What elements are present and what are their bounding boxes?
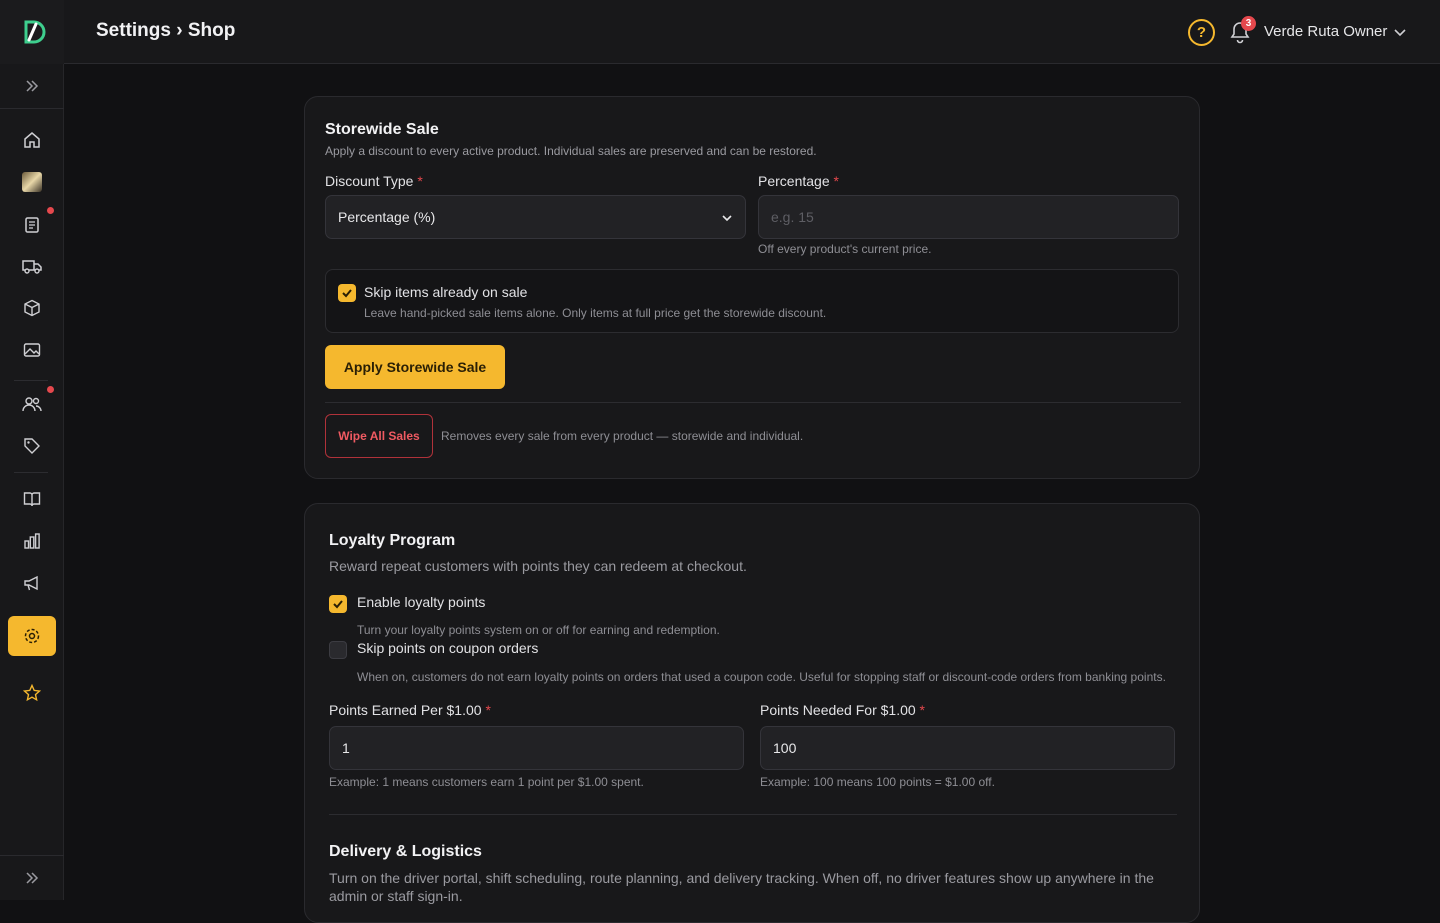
image-icon	[23, 343, 41, 357]
percentage-label: Percentage *	[758, 173, 839, 189]
home-icon	[24, 132, 40, 148]
wipe-all-sales-desc: Removes every sale from every product — …	[441, 429, 804, 443]
sidebar-item-settings[interactable]	[8, 616, 56, 656]
sidebar-item-analytics[interactable]	[0, 521, 64, 561]
loyalty-subtitle: Reward repeat customers with points they…	[329, 558, 747, 574]
sidebar	[0, 64, 64, 900]
skip-coupon-points-desc: When on, customers do not earn loyalty p…	[357, 670, 1166, 684]
megaphone-icon	[24, 575, 38, 591]
sidebar-item-media[interactable]	[0, 330, 64, 370]
box-icon	[24, 299, 40, 317]
help-icon[interactable]: ?	[1188, 19, 1215, 46]
points-needed-label: Points Needed For $1.00 *	[760, 702, 925, 718]
breadcrumb: Settings › Shop	[96, 20, 236, 41]
clipboard-icon	[25, 217, 39, 233]
sidebar-item-products[interactable]	[0, 288, 64, 328]
points-needed-input[interactable]: 100	[760, 726, 1175, 770]
discount-type-label: Discount Type *	[325, 173, 423, 189]
skip-sale-items-checkbox[interactable]	[338, 284, 356, 302]
percentage-hint: Off every product's current price.	[758, 242, 932, 256]
sidebar-item-favorites[interactable]	[0, 673, 64, 713]
orders-badge	[47, 207, 54, 214]
divider	[329, 814, 1177, 815]
apply-storewide-sale-button[interactable]: Apply Storewide Sale	[325, 345, 505, 389]
storewide-sale-card: Storewide Sale Apply a discount to every…	[304, 96, 1200, 479]
percentage-placeholder: e.g. 15	[771, 209, 814, 225]
brand-logo-icon	[24, 20, 46, 44]
section-subtitle: Apply a discount to every active product…	[325, 144, 817, 158]
user-menu[interactable]: Verde Ruta Owner	[1264, 23, 1387, 40]
star-icon	[23, 684, 41, 702]
sidebar-item-discounts[interactable]	[0, 426, 64, 466]
sidebar-item-marketing[interactable]	[0, 563, 64, 603]
book-icon	[23, 492, 41, 507]
check-icon	[342, 289, 352, 298]
chart-icon	[24, 533, 40, 549]
sidebar-item-orders[interactable]	[0, 204, 64, 244]
skip-coupon-points-label: Skip points on coupon orders	[357, 640, 539, 656]
points-earned-input[interactable]: 1	[329, 726, 744, 770]
skip-sale-items-label: Skip items already on sale	[364, 284, 528, 300]
users-icon	[22, 397, 42, 412]
points-needed-hint: Example: 100 means 100 points = $1.00 of…	[760, 775, 995, 789]
loyalty-card: Loyalty Program Reward repeat customers …	[304, 503, 1200, 923]
sidebar-item-customers[interactable]	[0, 384, 64, 424]
gear-icon	[24, 628, 40, 644]
skip-sale-items-desc: Leave hand-picked sale items alone. Only…	[364, 306, 827, 320]
customers-badge	[47, 386, 54, 393]
enable-loyalty-label: Enable loyalty points	[357, 594, 486, 610]
logo[interactable]	[0, 0, 64, 64]
skip-sale-items-option: Skip items already on sale Leave hand-pi…	[325, 269, 1179, 333]
discount-type-select[interactable]: Percentage (%)	[325, 195, 746, 239]
sidebar-item-home[interactable]	[0, 120, 64, 160]
truck-icon	[22, 260, 42, 274]
notification-badge: 3	[1241, 16, 1256, 31]
chevron-down-icon[interactable]	[1393, 25, 1407, 39]
divider	[14, 380, 48, 381]
sidebar-item-store[interactable]	[0, 162, 64, 202]
discount-type-value: Percentage (%)	[338, 209, 436, 225]
expand-sidebar-button[interactable]	[0, 66, 64, 106]
enable-loyalty-checkbox[interactable]	[329, 595, 347, 613]
divider	[0, 108, 64, 109]
enable-loyalty-desc: Turn your loyalty points system on or of…	[357, 623, 720, 637]
chevrons-right-icon	[26, 872, 39, 884]
loyalty-title: Loyalty Program	[329, 532, 456, 549]
divider	[325, 402, 1181, 403]
sidebar-item-guides[interactable]	[0, 479, 64, 519]
skip-coupon-points-checkbox[interactable]	[329, 641, 347, 659]
divider	[14, 472, 48, 473]
points-earned-hint: Example: 1 means customers earn 1 point …	[329, 775, 644, 789]
collapse-sidebar-button[interactable]	[0, 855, 64, 900]
chevrons-right-icon	[26, 80, 39, 92]
wipe-all-sales-button[interactable]: Wipe All Sales	[325, 414, 433, 458]
top-bar: Settings › Shop ? 3 Verde Ruta Owner	[0, 0, 1440, 64]
store-image-icon	[22, 172, 42, 192]
delivery-title: Delivery & Logistics	[329, 843, 482, 860]
tag-icon	[24, 438, 40, 454]
section-title: Storewide Sale	[325, 121, 439, 138]
check-icon	[333, 600, 343, 609]
points-earned-label: Points Earned Per $1.00 *	[329, 702, 491, 718]
chevron-down-icon	[722, 215, 732, 222]
sidebar-item-delivery[interactable]	[0, 246, 64, 286]
percentage-input[interactable]: e.g. 15	[758, 195, 1179, 239]
